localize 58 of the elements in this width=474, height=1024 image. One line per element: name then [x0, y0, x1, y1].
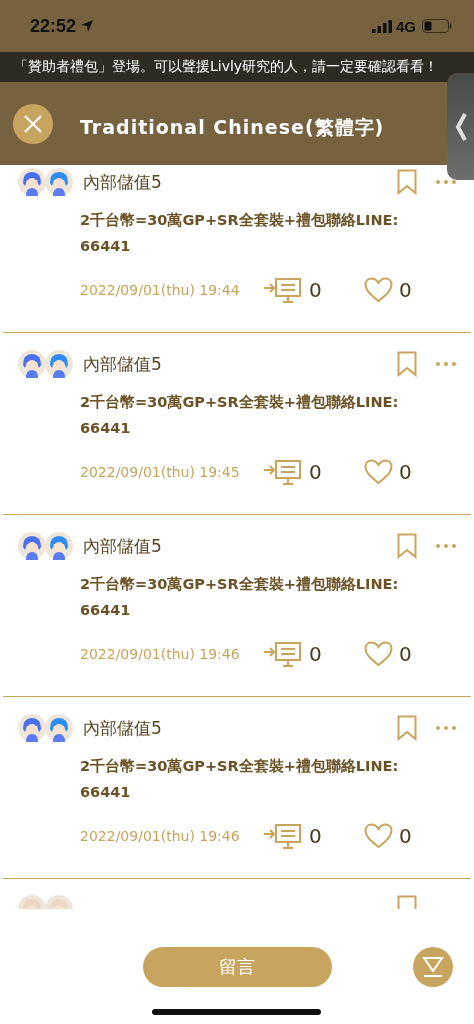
like-count: 0: [399, 460, 413, 484]
bookmark-icon[interactable]: [397, 351, 417, 377]
comment-count: 0: [309, 824, 323, 848]
bookmark-icon[interactable]: [397, 715, 417, 741]
comment-count: 0: [309, 278, 323, 302]
ticker-text: 「贊助者禮包」登場。可以聲援Livly研究的人，請一定要確認看看！: [14, 58, 439, 76]
comment-button[interactable]: 留言: [142, 947, 332, 987]
avatar-icon: [45, 350, 73, 378]
post-date: 2022/09/01(thu) 19:46: [80, 646, 241, 662]
comment-count: 0: [309, 460, 323, 484]
post-text: 2千台幣=30萬GP+SR全套裝+禮包聯絡LINE: 66441: [80, 575, 400, 620]
post-date: 2022/09/01(thu) 19:46: [80, 828, 241, 844]
scroll-to-bottom-button[interactable]: [413, 947, 453, 987]
chevron-left-icon: [454, 111, 467, 142]
avatar-icon: [45, 714, 73, 742]
side-panel-handle[interactable]: [447, 73, 474, 180]
post-text: 2千台幣=30萬GP+SR全套裝+禮包聯絡LINE: 66441: [80, 211, 400, 256]
post-text: 2千台幣=30萬GP+SR全套裝+禮包聯絡LINE: 66441: [80, 393, 400, 438]
post-date: 2022/09/01(thu) 19:44: [80, 282, 241, 298]
bookmark-icon[interactable]: [397, 169, 417, 195]
comment-board-icon[interactable]: [263, 276, 303, 304]
like-count: 0: [399, 278, 413, 302]
avatar-icon: [18, 532, 46, 560]
more-icon[interactable]: [435, 361, 457, 367]
location-arrow-icon: [80, 19, 95, 33]
like-count: 0: [399, 642, 413, 666]
author-name: 內部儲值5: [83, 170, 163, 194]
more-icon[interactable]: [435, 179, 457, 185]
status-time: 22:52: [30, 15, 77, 37]
comment-board-icon[interactable]: [263, 458, 303, 486]
post-date: 2022/09/01(thu) 19:45: [80, 464, 241, 480]
close-icon: [24, 114, 42, 133]
avatar-icon: [18, 714, 46, 742]
signal-icon: [372, 19, 392, 33]
more-icon[interactable]: [435, 725, 457, 731]
close-button[interactable]: [13, 103, 53, 144]
scroll-down-icon: [422, 956, 444, 978]
page-title: Traditional Chinese(繁體字): [80, 114, 385, 140]
author-name: 內部儲值5: [83, 352, 163, 376]
heart-icon[interactable]: [364, 641, 393, 667]
author-name: 內部儲值5: [83, 534, 163, 558]
heart-icon[interactable]: [364, 459, 393, 485]
network-label: 4G: [396, 17, 416, 35]
bookmark-icon[interactable]: [397, 533, 417, 559]
avatar-icon: [18, 168, 46, 196]
avatar-icon: [45, 168, 73, 196]
author-name: 內部儲值5: [83, 716, 163, 740]
comment-count: 0: [309, 642, 323, 666]
comment-board-icon[interactable]: [263, 822, 303, 850]
comment-board-icon[interactable]: [263, 640, 303, 668]
post-text: 2千台幣=30萬GP+SR全套裝+禮包聯絡LINE: 66441: [80, 757, 400, 802]
like-count: 0: [399, 824, 413, 848]
more-icon[interactable]: [435, 543, 457, 549]
heart-icon[interactable]: [364, 277, 393, 303]
avatar-icon: [45, 532, 73, 560]
heart-icon[interactable]: [364, 823, 393, 849]
avatar-icon: [18, 350, 46, 378]
battery-icon: [422, 19, 452, 33]
